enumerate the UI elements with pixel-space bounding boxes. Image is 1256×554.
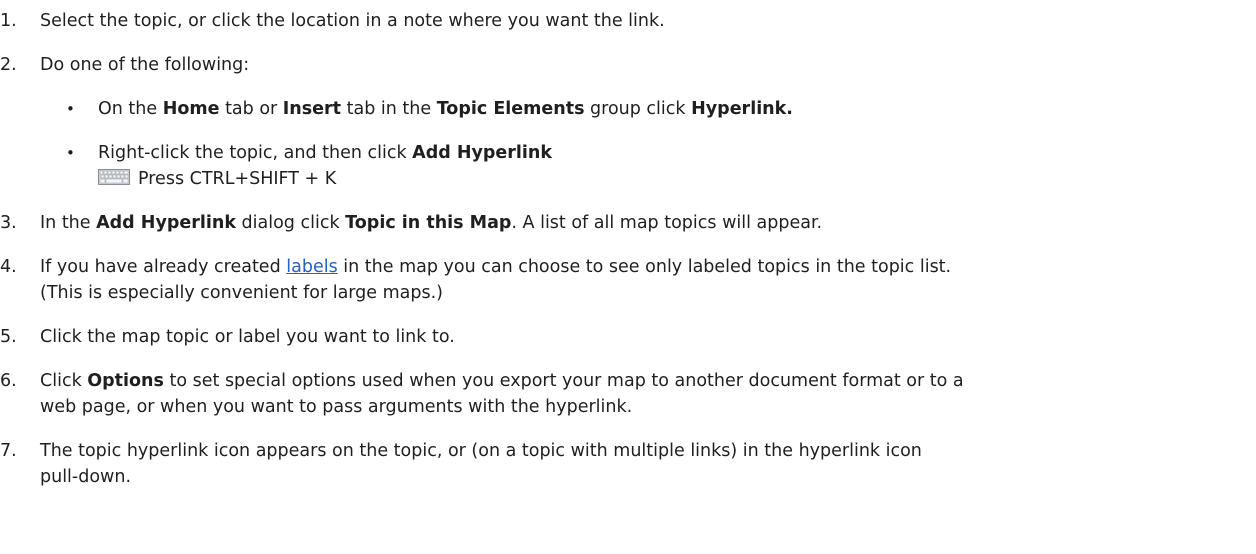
step-7: 7. The topic hyperlink icon appears on t…	[0, 438, 1250, 490]
step-text: The topic hyperlink icon appears on the …	[40, 441, 922, 461]
help-document: 1. Select the topic, or click the locati…	[0, 0, 1256, 554]
step-text: In the Add Hyperlink dialog click Topic …	[40, 213, 823, 233]
step-text-continued: (This is especially convenient for large…	[40, 283, 444, 303]
options-button-ref: Options	[87, 371, 164, 391]
bullet-marker: •	[66, 100, 75, 118]
step-number: 5.	[0, 327, 17, 347]
step-number: 4.	[0, 257, 17, 277]
shortcut-text: Press CTRL+SHIFT + K	[138, 169, 337, 189]
add-hyperlink-command-ref: Add Hyperlink	[412, 143, 553, 163]
add-hyperlink-dialog-ref: Add Hyperlink	[96, 213, 236, 233]
step-number: 1.	[0, 11, 17, 31]
keyboard-icon	[98, 167, 130, 185]
hyperlink-command-ref: Hyperlink.	[691, 99, 793, 119]
insert-tab-ref: Insert	[282, 99, 342, 119]
bullet-marker: •	[66, 144, 75, 162]
step-text: Click Options to set special options use…	[40, 371, 964, 391]
step-number: 7.	[0, 441, 17, 461]
step-6: 6. Click Options to set special options …	[0, 368, 1250, 420]
bullet-text: Right-click the topic, and then click Ad…	[98, 143, 553, 163]
keyboard-shortcut: Press CTRL+SHIFT + K	[98, 166, 336, 192]
step-text: Do one of the following:	[40, 55, 250, 75]
step-text: If you have already created labels in th…	[40, 257, 952, 277]
bullet-text: On the Home tab or Insert tab in the Top…	[98, 99, 793, 119]
step-number: 3.	[0, 213, 17, 233]
step-text-continued: web page, or when you want to pass argum…	[40, 397, 633, 417]
home-tab-ref: Home	[162, 99, 220, 119]
step-text: Select the topic, or click the location …	[40, 11, 665, 31]
step-4: 4. If you have already created labels in…	[0, 254, 1250, 306]
topic-elements-group-ref: Topic Elements	[436, 99, 585, 119]
step-number: 2.	[0, 55, 17, 75]
step-number: 6.	[0, 371, 17, 391]
topic-in-this-map-ref: Topic in this Map	[345, 213, 512, 233]
step-text: Click the map topic or label you want to…	[40, 327, 455, 347]
step-text-continued: pull-down.	[40, 467, 132, 487]
labels-link[interactable]: labels	[286, 257, 337, 277]
